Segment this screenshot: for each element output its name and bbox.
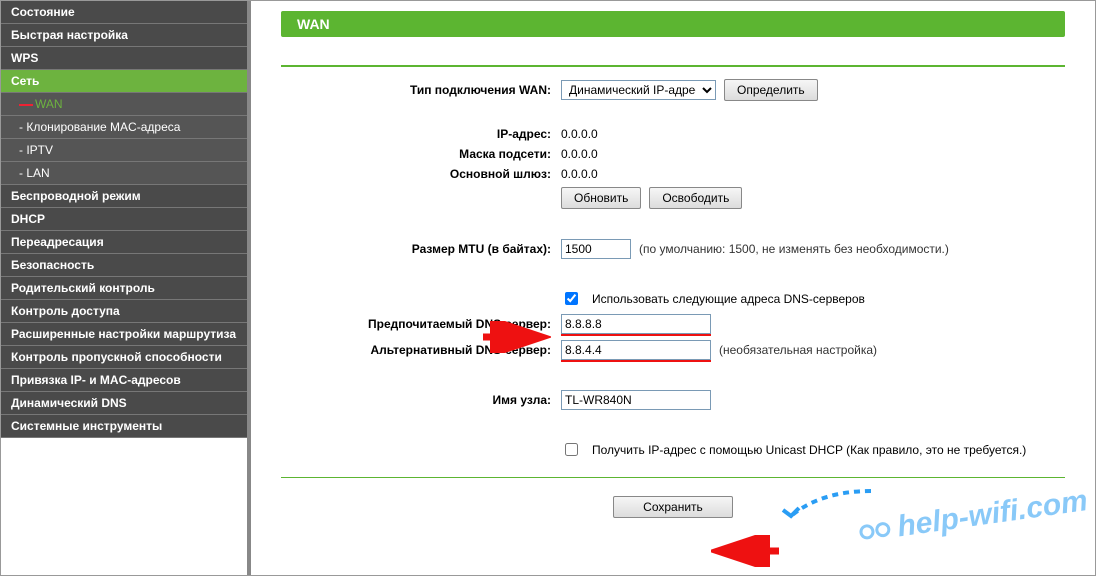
active-marker-icon [19, 104, 33, 106]
label-mtu: Размер MTU (в байтах): [281, 242, 561, 256]
label-gateway: Основной шлюз: [281, 167, 561, 181]
release-button[interactable]: Освободить [649, 187, 742, 209]
row-gateway: Основной шлюз: 0.0.0.0 [281, 167, 1065, 181]
row-mask: Маска подсети: 0.0.0.0 [281, 147, 1065, 161]
sidebar-item-advanced-routing[interactable]: Расширенные настройки маршрутиза [1, 323, 247, 346]
sidebar-item-security[interactable]: Безопасность [1, 254, 247, 277]
row-unicast: Получить IP-адрес с помощью Unicast DHCP… [281, 440, 1065, 459]
row-host: Имя узла: [281, 390, 1065, 410]
conn-type-select[interactable]: Динамический IP-адрес [561, 80, 716, 100]
save-button[interactable]: Сохранить [613, 496, 733, 518]
dns2-input[interactable] [561, 340, 711, 360]
label-dns1: Предпочитаемый DNS-сервер: [281, 317, 561, 331]
value-ip: 0.0.0.0 [561, 127, 598, 141]
sidebar-item-quick-setup[interactable]: Быстрая настройка [1, 24, 247, 47]
sidebar-item-status[interactable]: Состояние [1, 1, 247, 24]
sidebar: Состояние Быстрая настройка WPS Сеть WAN… [1, 1, 251, 575]
sidebar-item-access-control[interactable]: Контроль доступа [1, 300, 247, 323]
row-dns2: Альтернативный DNS-сервер: (необязательн… [281, 340, 1065, 360]
sidebar-item-wan[interactable]: WAN [1, 93, 247, 116]
row-use-dns: Использовать следующие адреса DNS-сервер… [281, 289, 1065, 308]
sidebar-item-label: WAN [35, 97, 63, 111]
sidebar-item-ddns[interactable]: Динамический DNS [1, 392, 247, 415]
mtu-input[interactable] [561, 239, 631, 259]
sidebar-item-system-tools[interactable]: Системные инструменты [1, 415, 247, 438]
value-mask: 0.0.0.0 [561, 147, 598, 161]
sidebar-fill [1, 438, 247, 575]
sidebar-item-bandwidth[interactable]: Контроль пропускной способности [1, 346, 247, 369]
app-frame: Состояние Быстрая настройка WPS Сеть WAN… [0, 0, 1096, 576]
dns1-input[interactable] [561, 314, 711, 334]
sidebar-item-dhcp[interactable]: DHCP [1, 208, 247, 231]
renew-button[interactable]: Обновить [561, 187, 641, 209]
unicast-label: Получить IP-адрес с помощью Unicast DHCP… [592, 443, 1026, 457]
row-conn-type: Тип подключения WAN: Динамический IP-адр… [281, 79, 1065, 101]
sidebar-item-iptv[interactable]: - IPTV [1, 139, 247, 162]
label-dns2: Альтернативный DNS-сервер: [281, 343, 561, 357]
sidebar-item-wireless[interactable]: Беспроводной режим [1, 185, 247, 208]
row-dns1: Предпочитаемый DNS-сервер: [281, 314, 1065, 334]
detect-button[interactable]: Определить [724, 79, 818, 101]
sidebar-item-lan[interactable]: - LAN [1, 162, 247, 185]
host-input[interactable] [561, 390, 711, 410]
value-gateway: 0.0.0.0 [561, 167, 598, 181]
use-dns-checkbox[interactable] [565, 292, 578, 305]
unicast-checkbox[interactable] [565, 443, 578, 456]
row-mtu: Размер MTU (в байтах): (по умолчанию: 15… [281, 239, 1065, 259]
label-mask: Маска подсети: [281, 147, 561, 161]
separator-bottom [281, 477, 1065, 478]
sidebar-item-network[interactable]: Сеть [1, 70, 247, 93]
hint-mtu: (по умолчанию: 1500, не изменять без нео… [639, 242, 949, 256]
label-ip: IP-адрес: [281, 127, 561, 141]
main-panel: WAN Тип подключения WAN: Динамический IP… [251, 1, 1095, 575]
use-dns-label: Использовать следующие адреса DNS-сервер… [592, 292, 865, 306]
label-conn-type: Тип подключения WAN: [281, 83, 561, 97]
sidebar-item-wps[interactable]: WPS [1, 47, 247, 70]
sidebar-item-ip-mac-binding[interactable]: Привязка IP- и MAC-адресов [1, 369, 247, 392]
separator [281, 65, 1065, 67]
hint-dns2: (необязательная настройка) [719, 343, 877, 357]
annotation-arrow-icon [711, 535, 781, 567]
sidebar-item-mac-clone[interactable]: - Клонирование MAC-адреса [1, 116, 247, 139]
sidebar-item-parental[interactable]: Родительский контроль [1, 277, 247, 300]
label-host: Имя узла: [281, 393, 561, 407]
sidebar-item-forwarding[interactable]: Переадресация [1, 231, 247, 254]
row-ip: IP-адрес: 0.0.0.0 [281, 127, 1065, 141]
row-renew-release: Обновить Освободить [281, 187, 1065, 209]
row-save: Сохранить [281, 496, 1065, 518]
page-title: WAN [281, 11, 1065, 37]
